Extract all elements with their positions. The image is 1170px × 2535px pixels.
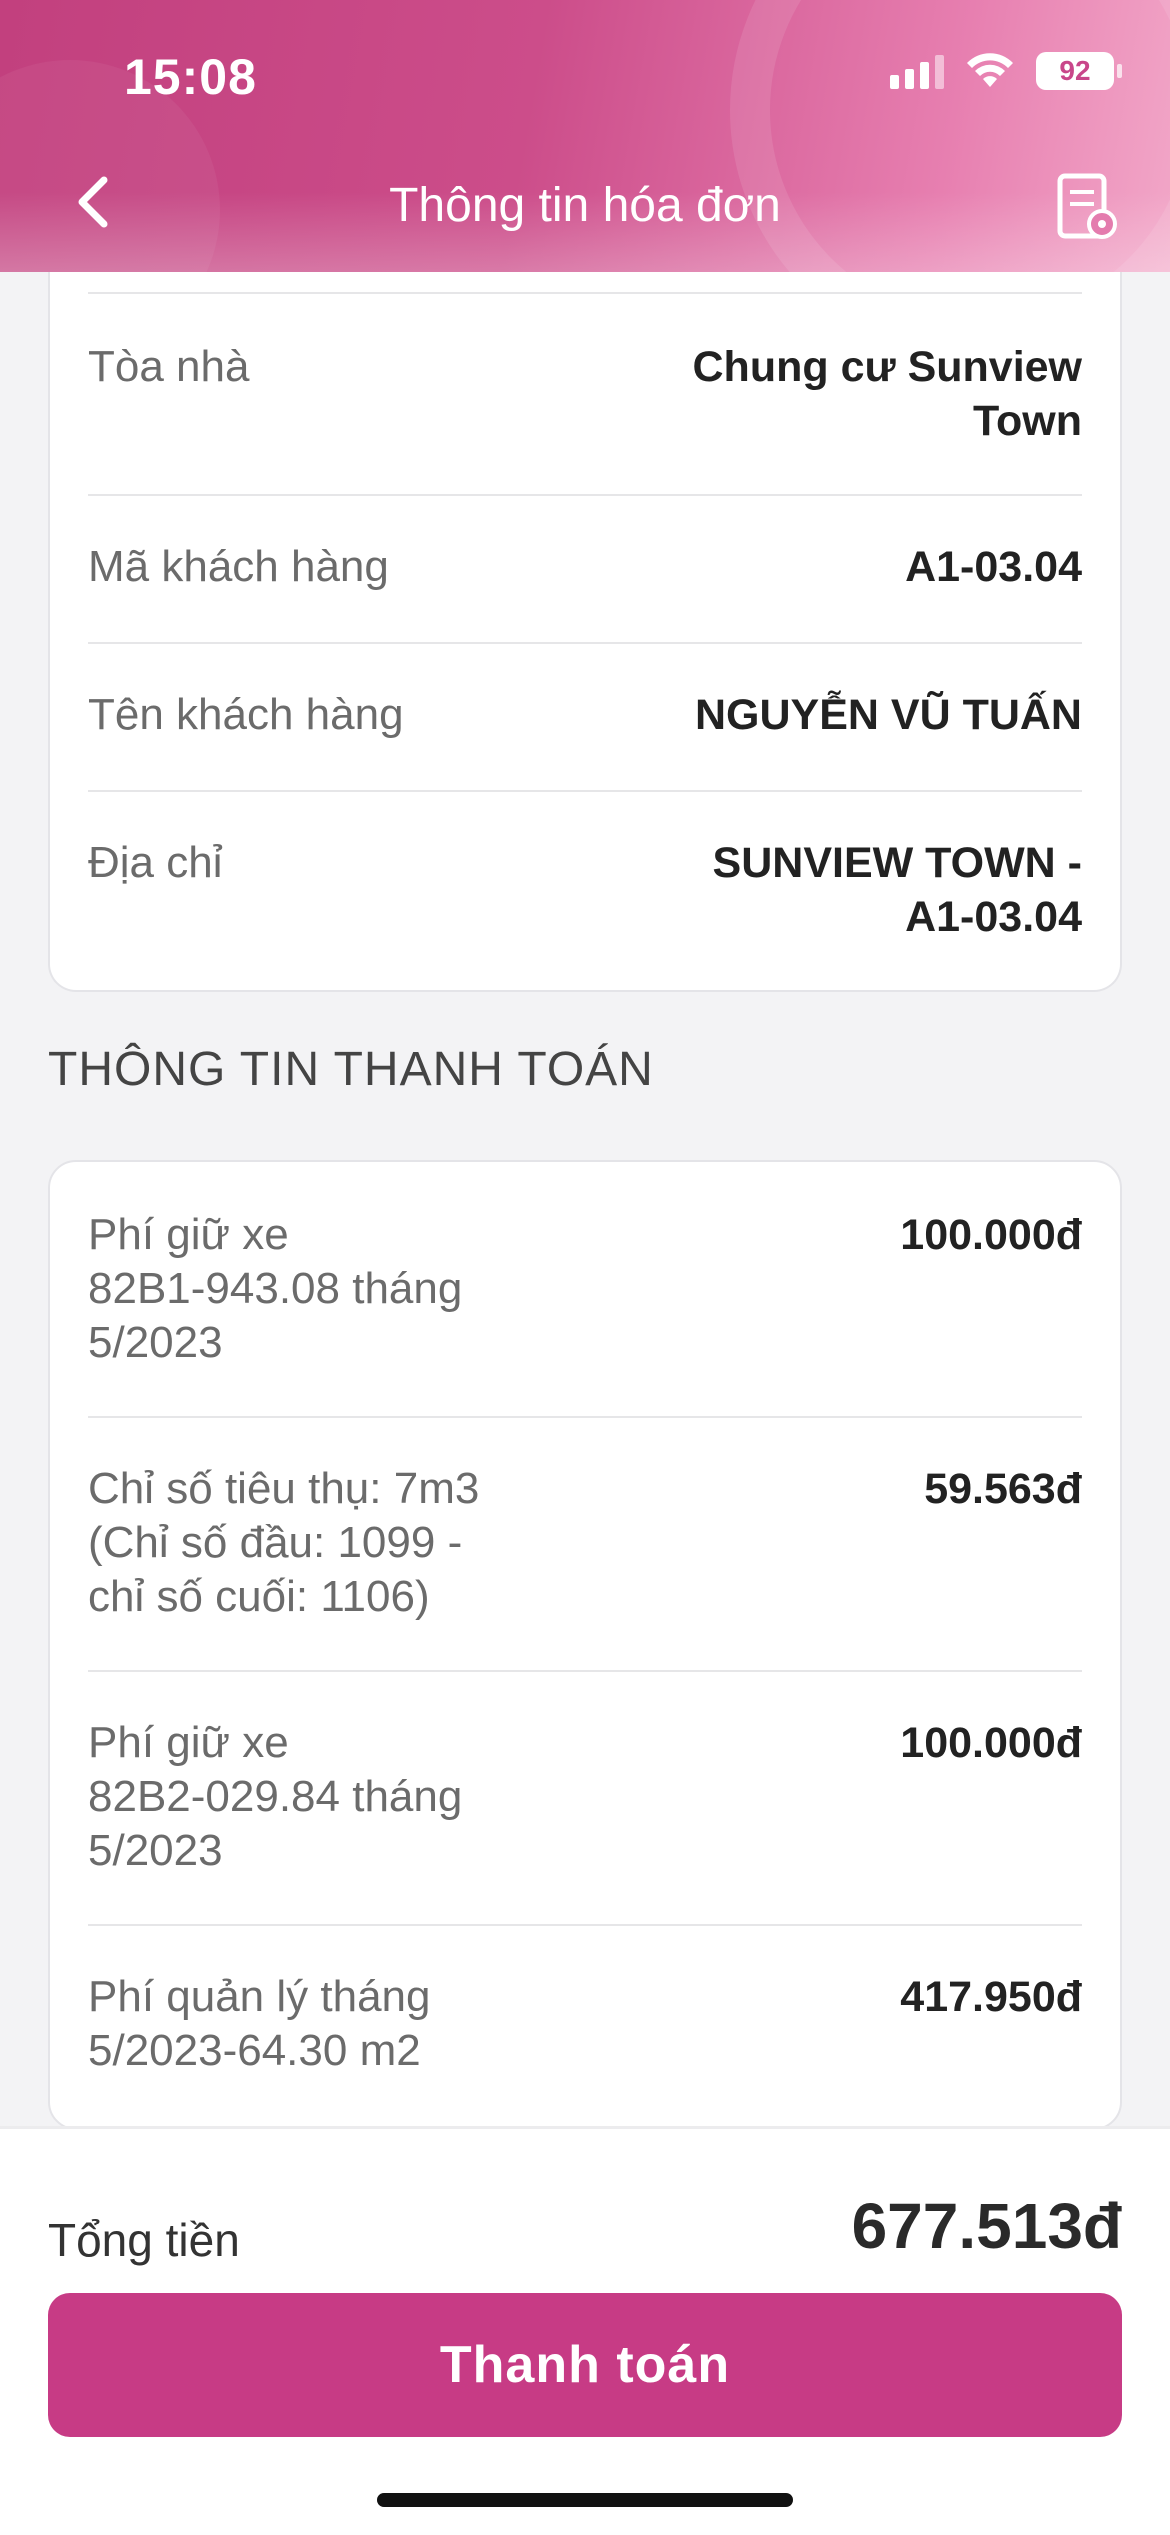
- info-value-line: NGUYỄN VŨ TUẤN: [694, 691, 1082, 739]
- divider: [88, 1416, 1082, 1418]
- payment-item-label: Chỉ số tiêu thụ: 7m3 (Chỉ số đầu: 1099 -…: [88, 1462, 479, 1624]
- payment-item: Phí giữ xe 82B2-029.84 tháng 5/2023 100.…: [88, 1716, 1082, 1878]
- divider: [88, 1670, 1082, 1672]
- payment-item-amount: 100.000đ: [900, 1719, 1082, 1767]
- label-line: 5/2023: [88, 1318, 223, 1367]
- payment-item-label: Phí giữ xe 82B2-029.84 tháng 5/2023: [88, 1716, 462, 1878]
- label-line: Phí giữ xe: [88, 1718, 289, 1767]
- label-line: 5/2023-64.30 m2: [88, 2026, 421, 2075]
- payment-section-title: THÔNG TIN THANH TOÁN: [48, 1043, 654, 1096]
- info-value-line: A1-03.04: [905, 893, 1082, 941]
- home-indicator[interactable]: [377, 2493, 793, 2507]
- info-label: Tòa nhà: [88, 342, 250, 391]
- payment-item: Chỉ số tiêu thụ: 7m3 (Chỉ số đầu: 1099 -…: [88, 1462, 1082, 1624]
- divider: [88, 292, 1082, 294]
- customer-info-card: Tòa nhà Chung cư Sunview Town Mã khách h…: [48, 200, 1122, 992]
- info-value: A1-03.04: [905, 540, 1082, 594]
- label-line: 82B2-029.84 tháng: [88, 1772, 463, 1821]
- payment-item-label: Phí quản lý tháng 5/2023-64.30 m2: [88, 1970, 430, 2078]
- info-value: SUNVIEW TOWN - A1-03.04: [713, 836, 1082, 944]
- info-row-address: Địa chỉ SUNVIEW TOWN - A1-03.04: [88, 836, 1082, 944]
- label-line: Phí quản lý tháng: [88, 1972, 431, 2021]
- cellular-signal-icon: [890, 53, 944, 89]
- info-value-line: A1-03.04: [905, 543, 1082, 591]
- label-line: chỉ số cuối: 1106): [88, 1572, 430, 1621]
- payment-item-label: Phí giữ xe 82B1-943.08 tháng 5/2023: [88, 1208, 462, 1370]
- label-line: 82B1-943.08 tháng: [88, 1264, 463, 1313]
- payment-item-amount: 417.950đ: [900, 1973, 1082, 2021]
- info-label: Tên khách hàng: [88, 690, 404, 739]
- battery-icon: 92: [1036, 52, 1122, 90]
- app-header: 15:08 92 Thông tin hóa đơn: [0, 0, 1170, 272]
- label-line: Chỉ số tiêu thụ: 7m3: [88, 1464, 480, 1513]
- label-line: Phí giữ xe: [88, 1210, 289, 1259]
- info-label: Mã khách hàng: [88, 542, 389, 591]
- status-time: 15:08: [124, 49, 257, 105]
- page-title: Thông tin hóa đơn: [389, 179, 781, 232]
- info-value-line: Town: [972, 397, 1082, 445]
- pay-button[interactable]: Thanh toán: [48, 2293, 1122, 2437]
- payment-item-amount: 59.563đ: [924, 1465, 1082, 1513]
- payment-item-amount: 100.000đ: [900, 1211, 1082, 1259]
- info-value: NGUYỄN VŨ TUẤN: [695, 688, 1082, 742]
- battery-level: 92: [1059, 55, 1091, 86]
- info-row-customer-name: Tên khách hàng NGUYỄN VŨ TUẤN: [88, 688, 1082, 742]
- invoice-settings-button[interactable]: [1054, 172, 1120, 244]
- payment-item: Phí quản lý tháng 5/2023-64.30 m2 417.95…: [88, 1970, 1082, 2078]
- payment-item: Phí giữ xe 82B1-943.08 tháng 5/2023 100.…: [88, 1208, 1082, 1370]
- info-value: Chung cư Sunview Town: [693, 340, 1083, 448]
- divider: [88, 1924, 1082, 1926]
- label-line: (Chỉ số đầu: 1099 -: [88, 1518, 463, 1567]
- info-value-line: Chung cư Sunview: [692, 343, 1083, 391]
- divider: [88, 790, 1082, 792]
- info-value-line: SUNVIEW TOWN -: [712, 839, 1082, 887]
- label-line: 5/2023: [88, 1826, 223, 1875]
- divider: [88, 642, 1082, 644]
- total-label: Tổng tiền: [48, 2214, 240, 2266]
- total-amount: 677.513đ: [851, 2190, 1122, 2262]
- info-row-building: Tòa nhà Chung cư Sunview Town: [88, 340, 1082, 448]
- payment-items-card: Phí giữ xe 82B1-943.08 tháng 5/2023 100.…: [48, 1160, 1122, 2130]
- payment-footer: Tổng tiền 677.513đ Thanh toán: [0, 2126, 1170, 2535]
- divider: [88, 494, 1082, 496]
- wifi-icon: [967, 53, 1013, 87]
- info-label: Địa chỉ: [88, 838, 223, 887]
- document-settings-icon: [1057, 173, 1117, 239]
- status-icons: 92: [890, 52, 1122, 90]
- info-row-customer-code: Mã khách hàng A1-03.04: [88, 540, 1082, 594]
